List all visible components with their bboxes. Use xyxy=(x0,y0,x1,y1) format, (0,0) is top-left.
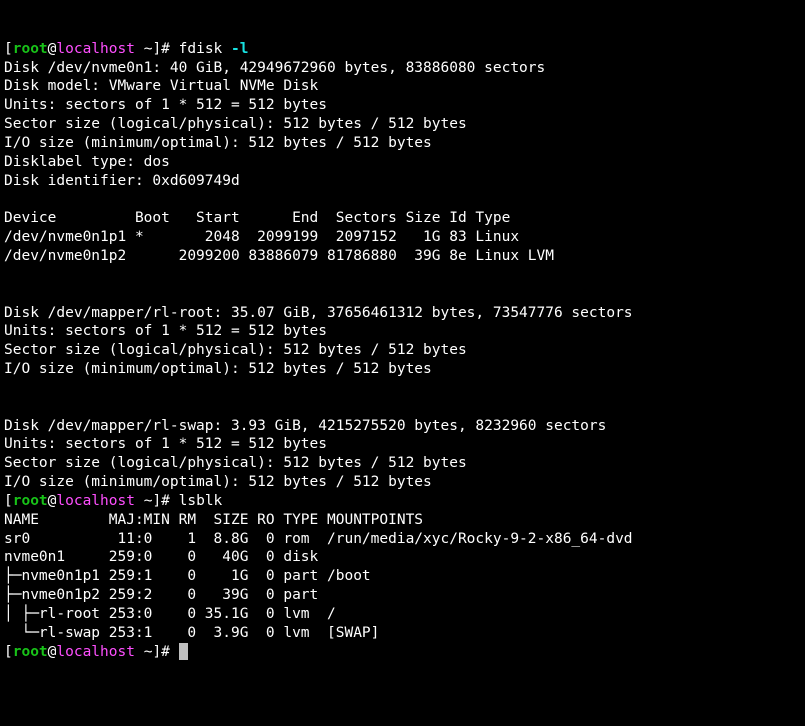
arg-l: -l xyxy=(231,41,248,57)
bracket-close: ]# xyxy=(152,41,178,57)
disk2-line3: Sector size (logical/physical): 512 byte… xyxy=(4,342,467,358)
command-lsblk: lsblk xyxy=(179,493,223,509)
command-fdisk: fdisk xyxy=(179,41,231,57)
disk3-line2: Units: sectors of 1 * 512 = 512 bytes xyxy=(4,436,327,452)
lsblk-row-rl-swap: └─rl-swap 253:1 0 3.9G 0 lvm [SWAP] xyxy=(4,625,379,641)
disk1-line4: Sector size (logical/physical): 512 byte… xyxy=(4,116,467,132)
disk1-line7: Disk identifier: 0xd609749d xyxy=(4,173,240,189)
disk2-line2: Units: sectors of 1 * 512 = 512 bytes xyxy=(4,323,327,339)
disk1-line5: I/O size (minimum/optimal): 512 bytes / … xyxy=(4,135,432,151)
disk3-line3: Sector size (logical/physical): 512 byte… xyxy=(4,455,467,471)
bracket-open: [ xyxy=(4,41,13,57)
disk2-line1: Disk /dev/mapper/rl-root: 35.07 GiB, 376… xyxy=(4,305,633,321)
partition-row-1: /dev/nvme0n1p1 * 2048 2099199 2097152 1G… xyxy=(4,229,519,245)
partition-header: Device Boot Start End Sectors Size Id Ty… xyxy=(4,210,510,226)
disk1-line2: Disk model: VMware Virtual NVMe Disk xyxy=(4,78,318,94)
disk1-line1: Disk /dev/nvme0n1: 40 GiB, 42949672960 b… xyxy=(4,60,545,76)
prompt-line-3[interactable]: [root@localhost ~]# xyxy=(4,644,188,660)
lsblk-header: NAME MAJ:MIN RM SIZE RO TYPE MOUNTPOINTS xyxy=(4,512,423,528)
prompt-line-1: [root@localhost ~]# fdisk -l xyxy=(4,41,249,57)
user: root xyxy=(13,41,48,57)
lsblk-row-nvme0n1p2: ├─nvme0n1p2 259:2 0 39G 0 part xyxy=(4,587,318,603)
lsblk-row-rl-root: │ ├─rl-root 253:0 0 35.1G 0 lvm / xyxy=(4,606,336,622)
partition-row-2: /dev/nvme0n1p2 2099200 83886079 81786880… xyxy=(4,248,554,264)
disk3-line1: Disk /dev/mapper/rl-swap: 3.93 GiB, 4215… xyxy=(4,418,606,434)
host: localhost xyxy=(56,41,135,57)
tilde: ~ xyxy=(135,41,152,57)
lsblk-row-sr0: sr0 11:0 1 8.8G 0 rom /run/media/xyc/Roc… xyxy=(4,531,633,547)
lsblk-row-nvme0n1p1: ├─nvme0n1p1 259:1 0 1G 0 part /boot xyxy=(4,568,371,584)
disk2-line4: I/O size (minimum/optimal): 512 bytes / … xyxy=(4,361,432,377)
disk1-line6: Disklabel type: dos xyxy=(4,154,170,170)
terminal[interactable]: [root@localhost ~]# fdisk -l Disk /dev/n… xyxy=(0,38,805,664)
prompt-line-2: [root@localhost ~]# lsblk xyxy=(4,493,222,509)
lsblk-row-nvme0n1: nvme0n1 259:0 0 40G 0 disk xyxy=(4,549,318,565)
cursor xyxy=(179,643,188,660)
disk1-line3: Units: sectors of 1 * 512 = 512 bytes xyxy=(4,97,327,113)
disk3-line4: I/O size (minimum/optimal): 512 bytes / … xyxy=(4,474,432,490)
